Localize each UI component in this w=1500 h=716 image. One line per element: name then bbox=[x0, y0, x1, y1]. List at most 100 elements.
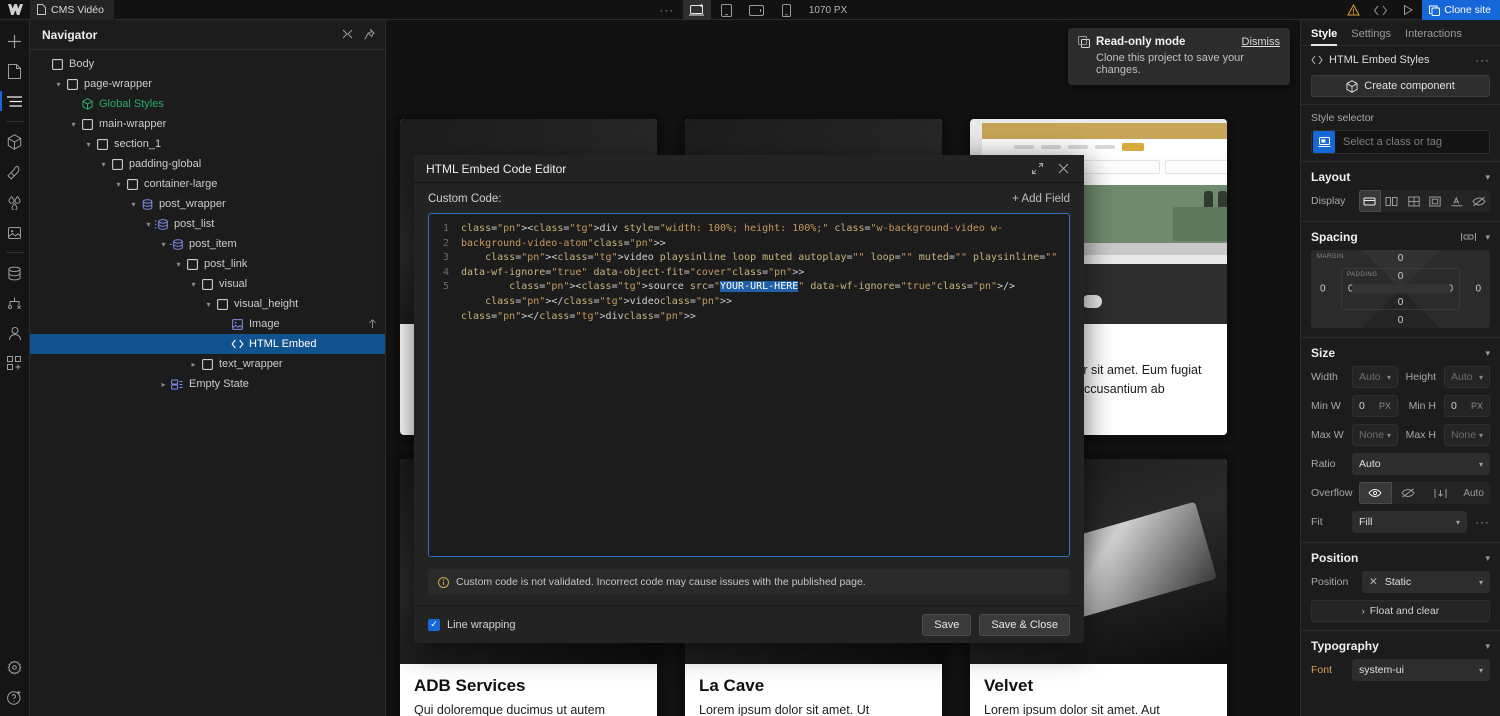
clone-site-button[interactable]: Clone site bbox=[1422, 0, 1500, 20]
margin-top-value[interactable]: 0 bbox=[1398, 253, 1404, 264]
cms-icon[interactable] bbox=[0, 258, 30, 288]
tree-item-global-styles[interactable]: Global Styles bbox=[30, 94, 385, 114]
assets-icon[interactable] bbox=[0, 217, 30, 247]
chevron-right-icon[interactable]: ▸ bbox=[158, 380, 169, 389]
overflow-scroll-icon[interactable] bbox=[1425, 482, 1458, 504]
padding-box[interactable]: PADDING 0 0 0 0 bbox=[1341, 268, 1460, 310]
pin-panel-icon[interactable] bbox=[364, 29, 375, 40]
margin-bottom-value[interactable]: 0 bbox=[1398, 315, 1404, 326]
max-width-input[interactable]: None ▾ bbox=[1352, 424, 1398, 446]
more-options-icon[interactable]: ··· bbox=[1475, 53, 1490, 67]
tree-item-post-wrapper[interactable]: ▾ post_wrapper bbox=[30, 194, 385, 214]
display-flex-icon[interactable] bbox=[1381, 190, 1403, 212]
navigator-icon[interactable] bbox=[0, 86, 30, 116]
toast-dismiss-link[interactable]: Dismiss bbox=[1242, 36, 1281, 48]
mobile-landscape-breakpoint-icon[interactable] bbox=[743, 0, 771, 20]
save-button[interactable]: Save bbox=[922, 613, 972, 636]
tree-item-post-link[interactable]: ▾ post_link bbox=[30, 254, 385, 274]
chevron-down-icon[interactable]: ▾ bbox=[128, 200, 139, 209]
float-and-clear-button[interactable]: › Float and clear bbox=[1311, 600, 1490, 622]
tree-item-empty-state[interactable]: ▸ Empty State bbox=[30, 374, 385, 394]
clear-icon[interactable]: ✕ bbox=[1369, 576, 1378, 588]
chevron-down-icon[interactable]: ▾ bbox=[1485, 553, 1490, 564]
max-height-input[interactable]: None ▾ bbox=[1444, 424, 1490, 446]
mobile-breakpoint-icon[interactable] bbox=[773, 0, 801, 20]
tree-item-html-embed[interactable]: HTML Embed bbox=[30, 334, 385, 354]
tree-item-section-1[interactable]: ▾ section_1 bbox=[30, 134, 385, 154]
tab-style[interactable]: Style bbox=[1311, 28, 1338, 46]
tree-item-post-item[interactable]: ▾ post_item bbox=[30, 234, 385, 254]
chevron-down-icon[interactable]: ▾ bbox=[98, 160, 109, 169]
settings-gear-icon[interactable] bbox=[0, 652, 30, 682]
chevron-down-icon[interactable]: ▾ bbox=[203, 300, 214, 309]
chevron-down-icon[interactable]: ▾ bbox=[53, 80, 64, 89]
chevron-down-icon[interactable]: ▾ bbox=[173, 260, 184, 269]
tree-item-visual[interactable]: ▾ visual bbox=[30, 274, 385, 294]
tree-item-visual-height[interactable]: ▾ visual_height bbox=[30, 294, 385, 314]
margin-left-value[interactable]: 0 bbox=[1320, 284, 1326, 295]
logic-icon[interactable] bbox=[0, 288, 30, 318]
line-wrapping-toggle[interactable]: ✓ Line wrapping bbox=[428, 618, 516, 631]
chevron-down-icon[interactable]: ▾ bbox=[113, 180, 124, 189]
navigator-tree[interactable]: Body ▾ page-wrapper Global Styles ▾ main-wrap… bbox=[30, 50, 385, 394]
tree-item-page-wrapper[interactable]: ▾ page-wrapper bbox=[30, 74, 385, 94]
interaction-icon[interactable] bbox=[368, 319, 377, 329]
more-options-icon[interactable]: ··· bbox=[1472, 515, 1490, 529]
warning-triangle-icon[interactable] bbox=[1340, 0, 1366, 20]
components-icon[interactable] bbox=[0, 127, 30, 157]
help-icon[interactable] bbox=[0, 682, 30, 712]
code-text-area[interactable]: class="pn"><class="tg">div style="width:… bbox=[455, 214, 1069, 556]
style-selector-input[interactable]: Select a class or tag bbox=[1311, 130, 1490, 154]
tree-item-text-wrapper[interactable]: ▸ text_wrapper bbox=[30, 354, 385, 374]
chevron-down-icon[interactable]: ▾ bbox=[68, 120, 79, 129]
display-grid-icon[interactable] bbox=[1403, 190, 1425, 212]
chevron-down-icon[interactable]: ▾ bbox=[143, 220, 154, 229]
preview-play-icon[interactable] bbox=[1394, 0, 1422, 20]
position-dropdown[interactable]: ✕ Static ▾ bbox=[1362, 571, 1490, 593]
create-component-button[interactable]: Create component bbox=[1311, 75, 1490, 97]
chevron-down-icon[interactable]: ▾ bbox=[188, 280, 199, 289]
chevron-down-icon[interactable]: ▾ bbox=[1485, 172, 1490, 183]
code-editor[interactable]: 1 2 3 4 5 class="pn"><class="tg">div style="… bbox=[428, 213, 1070, 557]
add-element-icon[interactable] bbox=[0, 26, 30, 56]
ratio-dropdown[interactable]: Auto ▾ bbox=[1352, 453, 1490, 475]
webflow-logo-icon[interactable] bbox=[0, 0, 30, 20]
overflow-hidden-icon[interactable] bbox=[1392, 482, 1425, 504]
chevron-right-icon[interactable]: ▸ bbox=[188, 360, 199, 369]
spacing-mode-icon[interactable] bbox=[1460, 232, 1477, 242]
chevron-down-icon[interactable]: ▾ bbox=[1485, 641, 1490, 652]
min-height-input[interactable]: 0 PX bbox=[1444, 395, 1490, 417]
chevron-down-icon[interactable]: ▾ bbox=[1485, 232, 1490, 243]
users-icon[interactable] bbox=[0, 318, 30, 348]
fit-dropdown[interactable]: Fill ▾ bbox=[1352, 511, 1467, 533]
tree-item-padding-global[interactable]: ▾ padding-global bbox=[30, 154, 385, 174]
font-dropdown[interactable]: system-ui ▾ bbox=[1352, 659, 1490, 681]
overflow-auto-option[interactable]: Auto bbox=[1457, 482, 1490, 504]
apps-icon[interactable] bbox=[0, 348, 30, 378]
tree-item-main-wrapper[interactable]: ▾ main-wrapper bbox=[30, 114, 385, 134]
padding-bottom-value[interactable]: 0 bbox=[1398, 297, 1404, 308]
collapse-all-icon[interactable] bbox=[342, 29, 353, 40]
display-inline-icon[interactable] bbox=[1446, 190, 1468, 212]
line-wrapping-checkbox[interactable]: ✓ bbox=[428, 618, 440, 631]
variables-icon[interactable] bbox=[0, 187, 30, 217]
margin-right-value[interactable]: 0 bbox=[1475, 284, 1481, 295]
tree-item-container-large[interactable]: ▾ container-large bbox=[30, 174, 385, 194]
overflow-visible-icon[interactable] bbox=[1359, 482, 1392, 504]
close-icon[interactable] bbox=[1052, 158, 1074, 180]
tree-item-image[interactable]: Image bbox=[30, 314, 385, 334]
style-manager-icon[interactable] bbox=[0, 157, 30, 187]
tree-item-body[interactable]: Body bbox=[30, 54, 385, 74]
width-input[interactable]: Auto ▾ bbox=[1352, 366, 1398, 388]
spacing-box-model[interactable]: MARGIN 0 0 0 0 PADDING 0 0 0 0 bbox=[1311, 250, 1490, 328]
display-inline-block-icon[interactable] bbox=[1424, 190, 1446, 212]
more-options-icon[interactable]: ··· bbox=[653, 0, 681, 20]
code-icon[interactable] bbox=[1366, 0, 1394, 20]
display-block-icon[interactable] bbox=[1359, 190, 1381, 212]
display-none-icon[interactable] bbox=[1468, 190, 1490, 212]
padding-top-value[interactable]: 0 bbox=[1398, 271, 1404, 282]
tab-interactions[interactable]: Interactions bbox=[1405, 28, 1462, 45]
pages-icon[interactable] bbox=[0, 56, 30, 86]
tablet-breakpoint-icon[interactable] bbox=[713, 0, 741, 20]
chevron-down-icon[interactable]: ▾ bbox=[1485, 348, 1490, 359]
